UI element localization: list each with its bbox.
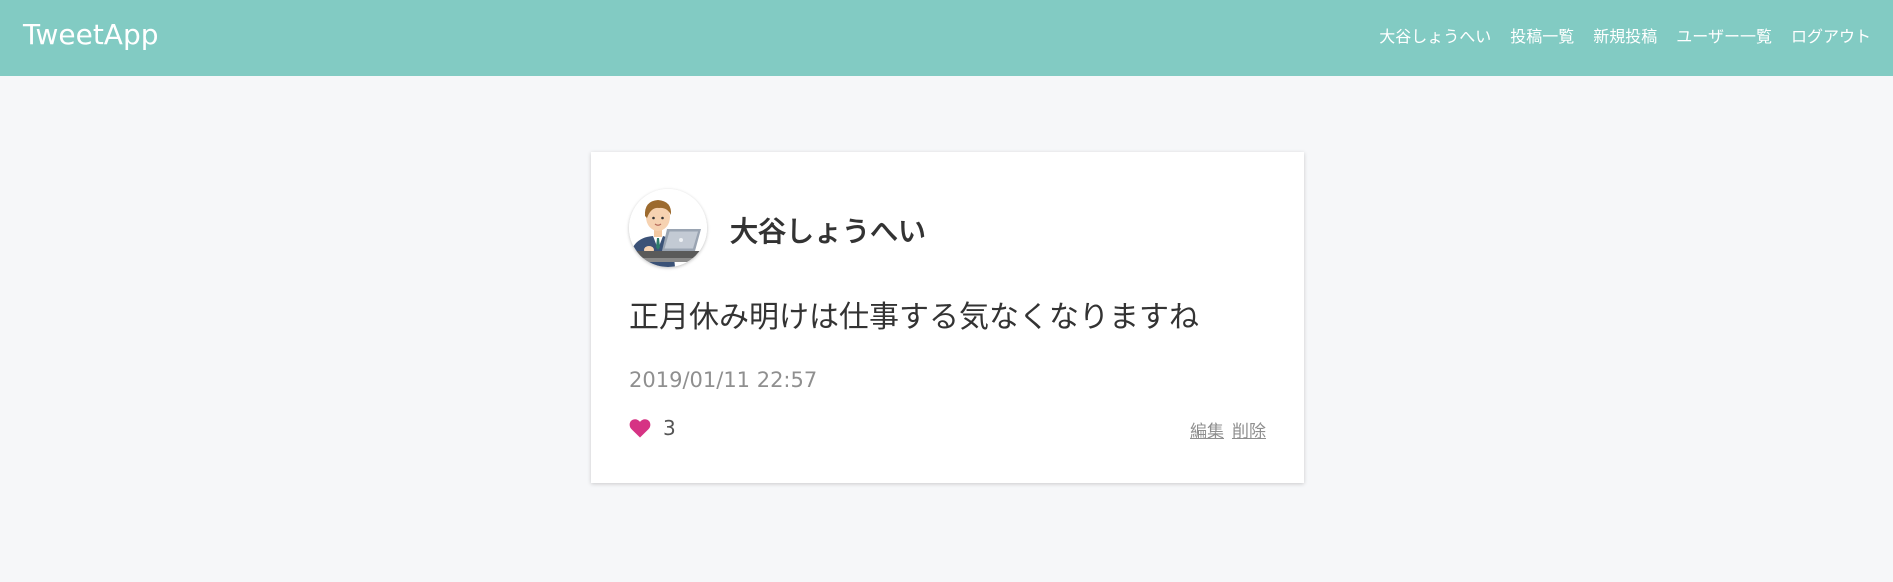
delete-post-link[interactable]: 削除 [1232,417,1266,442]
header-nav: 大谷しょうへい 投稿一覧 新規投稿 ユーザー一覧 ログアウト [1379,0,1871,70]
nav-logout[interactable]: ログアウト [1791,23,1871,47]
post-timestamp: 2019/01/11 22:57 [629,368,818,392]
nav-new-post[interactable]: 新規投稿 [1593,23,1657,47]
brand-logo-link[interactable]: TweetApp [23,0,159,70]
like-area: 3 [629,416,676,440]
app-header: TweetApp 大谷しょうへい 投稿一覧 新規投稿 ユーザー一覧 ログアウト [0,0,1893,76]
like-count: 3 [663,416,676,440]
post-actions: 編集 削除 [1190,417,1266,442]
nav-posts-index[interactable]: 投稿一覧 [1510,23,1574,47]
nav-users-index[interactable]: ユーザー一覧 [1676,23,1772,47]
edit-post-link[interactable]: 編集 [1190,417,1224,442]
user-avatar[interactable] [629,189,707,267]
nav-my-page[interactable]: 大谷しょうへい [1379,23,1491,47]
heart-icon[interactable] [629,418,651,438]
post-content: 正月休み明けは仕事する気なくなりますね [629,300,1199,335]
post-card: 大谷しょうへい 正月休み明けは仕事する気なくなりますね 2019/01/11 2… [591,152,1304,483]
businessman-laptop-icon [629,189,707,267]
post-user-name-link[interactable]: 大谷しょうへい [730,210,926,250]
